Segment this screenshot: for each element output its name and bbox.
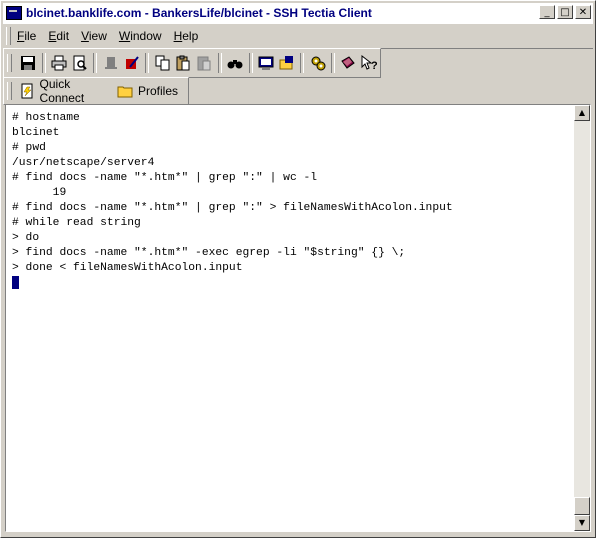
svg-text:?: ? <box>371 60 377 71</box>
terminal-line: /usr/netscape/server4 <box>12 157 155 169</box>
menu-file[interactable]: File <box>17 29 36 43</box>
connect-icon[interactable] <box>123 54 140 72</box>
terminal-cursor <box>12 276 19 289</box>
window-title: blcinet.banklife.com - BankersLife/blcin… <box>26 6 372 20</box>
folder-icon <box>116 82 134 100</box>
file-transfer-icon[interactable] <box>278 54 295 72</box>
toolbar-separator <box>331 53 336 73</box>
quick-connect-label: Quick Connect <box>39 77 85 105</box>
help-book-icon[interactable] <box>340 54 357 72</box>
maximize-button[interactable]: □ <box>557 5 573 19</box>
print-icon[interactable] <box>51 54 68 72</box>
terminal-line: # hostname <box>12 112 80 124</box>
terminal-line: # pwd <box>12 142 46 154</box>
menu-help[interactable]: Help <box>174 29 199 43</box>
menu-window[interactable]: Window <box>119 29 162 43</box>
minimize-button[interactable]: _ <box>539 5 555 19</box>
toolbar-separator <box>93 53 98 73</box>
terminal-line: > do <box>12 232 40 244</box>
settings-icon[interactable] <box>309 54 326 72</box>
quick-toolbar: Quick Connect Profiles <box>3 77 189 105</box>
disconnect-icon[interactable] <box>102 54 119 72</box>
context-help-icon[interactable]: ? <box>361 54 378 72</box>
close-button[interactable]: ✕ <box>575 5 591 19</box>
terminal-line: > done < fileNamesWithAcolon.input <box>12 262 243 274</box>
scroll-up-button[interactable]: ▲ <box>574 105 590 121</box>
quicktoolbar-grip[interactable] <box>7 82 12 100</box>
terminal-line: # find docs -name "*.htm*" | grep ":" | … <box>12 172 318 184</box>
toolbar-separator <box>248 53 253 73</box>
profiles-button[interactable]: Profiles <box>114 82 178 100</box>
terminal-line: # find docs -name "*.htm*" | grep ":" > … <box>12 202 453 214</box>
menu-view[interactable]: View <box>81 29 107 43</box>
terminal-output: # hostname blcinet # pwd /usr/netscape/s… <box>12 111 453 291</box>
profiles-label: Profiles <box>137 84 178 98</box>
menu-edit[interactable]: Edit <box>48 29 69 43</box>
main-toolbar: ? <box>3 48 381 78</box>
terminal-pane[interactable]: # hostname blcinet # pwd /usr/netscape/s… <box>5 104 591 532</box>
toolbar-separator <box>41 53 46 73</box>
quick-connect-icon <box>20 82 36 100</box>
terminal-line: > find docs -name "*.htm*" -exec egrep -… <box>12 247 406 259</box>
terminal-line: blcinet <box>12 127 60 139</box>
copy-icon[interactable] <box>154 54 171 72</box>
toolbar-separator <box>300 53 305 73</box>
quick-connect-button[interactable]: Quick Connect <box>18 77 104 105</box>
scroll-thumb[interactable] <box>574 497 590 515</box>
toolbar-separator <box>145 53 150 73</box>
toolbar-grip[interactable] <box>7 54 12 72</box>
scroll-down-button[interactable]: ▼ <box>574 515 590 531</box>
window-controls: _ □ ✕ <box>537 5 591 19</box>
terminal-line: 19 <box>12 187 67 199</box>
terminal-line: # while read string <box>12 217 141 229</box>
find-icon[interactable] <box>227 54 244 72</box>
menubar-grip[interactable] <box>6 27 11 45</box>
terminal-app-icon[interactable] <box>6 6 22 20</box>
print-preview-icon[interactable] <box>72 54 89 72</box>
vertical-scrollbar[interactable]: ▲ ▼ <box>574 105 590 531</box>
save-icon[interactable] <box>20 54 37 72</box>
title-bar[interactable]: blcinet.banklife.com - BankersLife/blcin… <box>3 3 593 23</box>
main-window: blcinet.banklife.com - BankersLife/blcin… <box>0 0 596 538</box>
new-terminal-icon[interactable] <box>258 54 275 72</box>
paste-icon[interactable] <box>175 54 192 72</box>
menu-bar: File Edit View Window Help <box>3 23 593 49</box>
paste-disabled-icon[interactable] <box>196 54 213 72</box>
toolbar-separator <box>217 53 222 73</box>
